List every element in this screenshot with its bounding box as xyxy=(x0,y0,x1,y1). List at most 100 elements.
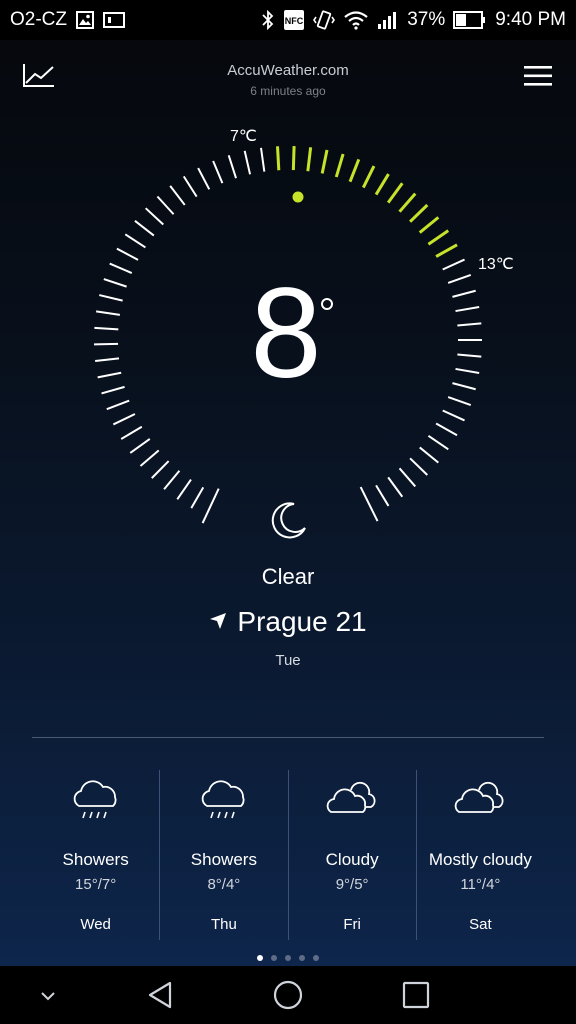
dial-tick xyxy=(124,233,146,249)
dial-tick xyxy=(442,409,465,422)
dial-tick-range xyxy=(435,243,458,258)
dial-tick xyxy=(359,486,379,522)
forecast-day: Thu xyxy=(210,916,237,933)
dial-tick xyxy=(387,476,404,498)
dial-tick xyxy=(120,425,143,440)
page-dot[interactable] xyxy=(313,955,319,961)
navigation-bar xyxy=(0,966,576,1024)
dial-tick xyxy=(427,434,449,451)
location[interactable]: Prague 21 xyxy=(0,606,576,638)
dial-tick-range xyxy=(291,146,296,171)
forecast-condition: Showers xyxy=(190,850,257,869)
app-header: AccuWeather.com 6 minutes ago xyxy=(0,40,576,110)
dial-tick xyxy=(129,438,151,454)
location-name: Prague 21 xyxy=(237,606,367,637)
rain-cloud-icon xyxy=(73,780,117,819)
dial-tick xyxy=(419,446,439,464)
dial-tick xyxy=(99,294,123,302)
degree-symbol xyxy=(321,298,333,310)
current-temperature: 8 xyxy=(250,262,321,405)
dial-tick xyxy=(176,479,192,500)
menu-icon[interactable] xyxy=(524,64,552,88)
rain-cloud-icon xyxy=(201,780,245,819)
dial-tick xyxy=(169,185,186,206)
battery-percent: 37% xyxy=(407,9,446,30)
dial-tick-range xyxy=(398,192,417,213)
forecast-item[interactable]: Showers 8°/4° Thu xyxy=(159,770,287,940)
dial-tick xyxy=(163,470,181,490)
dial-tick xyxy=(95,357,120,362)
last-updated: 6 minutes ago xyxy=(250,84,326,98)
cloudy-icon xyxy=(455,781,504,813)
dial-tick-range xyxy=(409,203,429,223)
signal-icon xyxy=(378,12,397,29)
page-dot[interactable] xyxy=(299,955,305,961)
dial-tick-range xyxy=(427,229,450,246)
dial-tick xyxy=(97,371,122,379)
divider xyxy=(32,737,544,738)
dial-tick xyxy=(447,396,472,407)
dial-tick-range xyxy=(276,146,281,171)
dial-tick xyxy=(139,449,160,467)
notification-icon xyxy=(103,12,125,28)
image-icon xyxy=(76,11,94,29)
forecast-item[interactable]: Mostly cloudy 11°/4° Sat xyxy=(415,770,544,940)
page-dot[interactable] xyxy=(285,955,291,961)
dial-tick xyxy=(243,150,252,175)
forecast-condition: Cloudy xyxy=(325,850,379,869)
dial-tick-range xyxy=(334,153,345,178)
low-temp-label: 7℃ xyxy=(230,128,257,145)
dial-tick xyxy=(182,175,198,198)
current-condition: Clear xyxy=(261,564,315,589)
dial-tick xyxy=(144,207,164,226)
high-temp-label: 13℃ xyxy=(478,256,514,273)
dial-tick-range xyxy=(374,173,390,196)
dial-tick xyxy=(190,486,205,509)
forecast-day: Fri xyxy=(343,916,361,933)
dial-tick xyxy=(447,273,472,284)
page-indicator xyxy=(0,948,576,966)
dial-tick xyxy=(452,382,476,391)
dial-tick xyxy=(201,488,220,524)
dial-tick xyxy=(457,322,482,327)
battery-icon xyxy=(453,11,486,29)
dial-tick-range xyxy=(418,216,440,234)
page-dot[interactable] xyxy=(271,955,277,961)
dial-tick-range xyxy=(306,147,313,172)
dial-tick xyxy=(134,220,155,237)
dial-tick xyxy=(212,160,224,184)
dial-tick xyxy=(435,422,458,437)
dial-tick xyxy=(156,195,175,215)
home-icon[interactable] xyxy=(273,980,303,1010)
page-dot[interactable] xyxy=(257,955,263,961)
bluetooth-icon xyxy=(262,10,274,30)
dial-tick xyxy=(94,342,119,346)
vibrate-icon xyxy=(313,10,336,30)
location-arrow-icon xyxy=(210,612,227,629)
forecast-row: Showers 15°/7° Wed Showers 8°/4° Thu Clo… xyxy=(32,770,544,940)
current-temp-marker xyxy=(292,191,304,203)
forecast-range: 9°/5° xyxy=(335,876,369,893)
nfc-icon: NFC xyxy=(284,10,305,30)
back-icon[interactable] xyxy=(145,980,175,1010)
dial-tick xyxy=(94,326,119,331)
dial-tick xyxy=(103,278,127,288)
dial-tick xyxy=(442,258,465,271)
cloudy-icon xyxy=(326,781,376,813)
provider-title[interactable]: AccuWeather.com xyxy=(0,62,576,79)
forecast-item[interactable]: Cloudy 9°/5° Fri xyxy=(287,770,416,940)
recents-icon[interactable] xyxy=(401,980,431,1010)
forecast-day: Sat xyxy=(469,916,492,933)
forecast-range: 11°/4° xyxy=(460,876,501,893)
dial-tick xyxy=(95,310,121,316)
wifi-icon xyxy=(344,11,368,30)
forecast-range: 15°/7° xyxy=(75,876,117,893)
dial-tick xyxy=(398,467,417,488)
carrier-name: O2-CZ xyxy=(10,9,67,30)
dial-tick-range xyxy=(361,165,376,189)
forecast-item[interactable]: Showers 15°/7° Wed xyxy=(32,770,159,940)
dial-tick xyxy=(375,484,390,507)
dial-tick-range xyxy=(348,158,361,183)
chevron-down-icon[interactable] xyxy=(33,980,63,1010)
clock: 9:40 PM xyxy=(495,9,566,30)
